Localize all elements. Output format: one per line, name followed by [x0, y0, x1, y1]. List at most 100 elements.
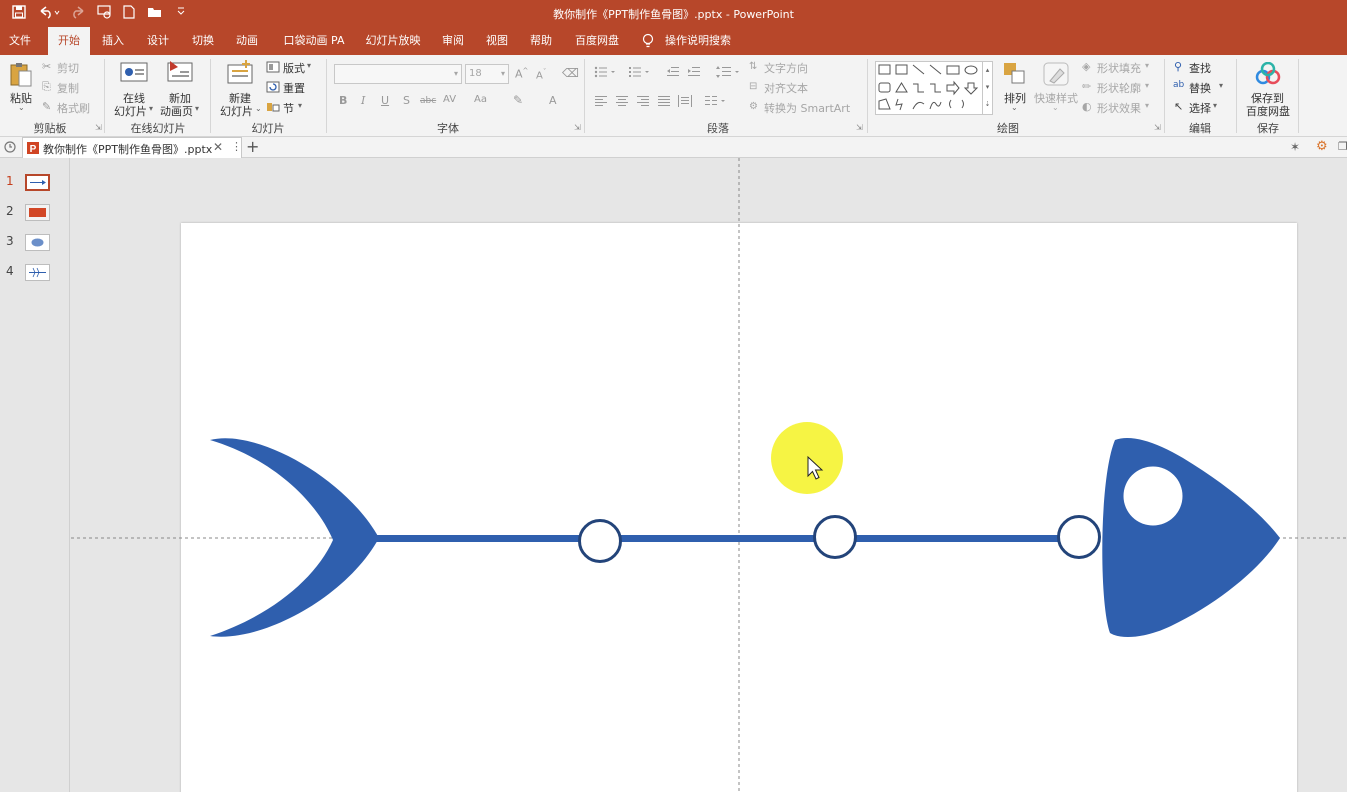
new-animation-label-2[interactable]: 动画页: [160, 103, 193, 119]
font-launcher-icon[interactable]: ⇲: [574, 123, 581, 132]
character-spacing-icon[interactable]: AV: [443, 94, 456, 105]
increase-font-size-icon[interactable]: A^: [515, 67, 528, 81]
shape-outline-button[interactable]: 形状轮廓: [1097, 80, 1141, 96]
spine-joint-circle-3[interactable]: [1057, 515, 1101, 559]
slide-thumbnail-3[interactable]: [25, 234, 50, 251]
close-tab-icon[interactable]: ✕: [213, 140, 223, 154]
line-spacing-icon[interactable]: [715, 65, 741, 82]
new-slide-dropdown-icon[interactable]: ⌄: [255, 104, 262, 113]
shapes-gallery-scroll[interactable]: ▴ ▾ ⇣: [982, 62, 992, 114]
new-animation-page-icon[interactable]: [166, 59, 194, 88]
change-case-icon[interactable]: Aa: [474, 94, 487, 105]
document-tab[interactable]: P 教你制作《PPT制作鱼骨图》.pptx ✕ ⋮: [22, 137, 242, 158]
shapes-gallery[interactable]: ▴ ▾ ⇣: [875, 61, 993, 115]
section-dropdown-icon[interactable]: ▾: [298, 101, 302, 110]
select-button[interactable]: 选择: [1189, 100, 1211, 116]
new-slide-icon[interactable]: [226, 59, 254, 88]
italic-icon[interactable]: I: [361, 94, 365, 107]
format-painter-button[interactable]: 格式刷: [57, 100, 90, 116]
spine-joint-circle-2[interactable]: [813, 515, 857, 559]
clipboard-launcher-icon[interactable]: ⇲: [95, 123, 102, 132]
replace-dropdown-icon[interactable]: ▾: [1219, 81, 1223, 90]
tab-more-icon[interactable]: ⋮: [231, 140, 242, 153]
restore-icon[interactable]: ❐: [1338, 140, 1347, 153]
font-size-combo[interactable]: 18 ▾: [465, 64, 509, 84]
tab-animations[interactable]: 动画: [230, 27, 264, 55]
shape-effects-dropdown-icon[interactable]: ▾: [1145, 101, 1149, 110]
layout-button[interactable]: 版式: [283, 60, 305, 76]
align-text-button[interactable]: 对齐文本: [764, 80, 808, 96]
pin-icon[interactable]: ✶: [1290, 140, 1300, 154]
font-color-icon[interactable]: A: [549, 94, 557, 107]
tab-baidu-netdisk[interactable]: 百度网盘: [568, 27, 626, 55]
cut-button[interactable]: 剪切: [57, 60, 79, 76]
tab-file[interactable]: 文件: [0, 27, 40, 55]
align-left-icon[interactable]: [595, 96, 607, 109]
align-center-icon[interactable]: [616, 96, 628, 109]
slide-thumbnail-2[interactable]: [25, 204, 50, 221]
section-button[interactable]: 节: [283, 100, 294, 116]
fish-spine-line[interactable]: [371, 535, 1065, 542]
strikethrough-icon[interactable]: abc: [420, 96, 436, 106]
quick-styles-icon[interactable]: [1042, 61, 1070, 90]
baidu-netdisk-icon[interactable]: [1255, 61, 1281, 89]
highlight-color-icon[interactable]: ✎: [513, 93, 523, 107]
font-name-combo[interactable]: ▾: [334, 64, 462, 84]
save-to-label-2[interactable]: 百度网盘: [1246, 103, 1290, 119]
underline-icon[interactable]: U: [381, 94, 389, 107]
online-slides-dropdown-icon[interactable]: ▾: [149, 104, 153, 113]
tab-slideshow[interactable]: 幻灯片放映: [360, 27, 426, 55]
arrange-icon[interactable]: [1002, 61, 1028, 90]
tab-review[interactable]: 审阅: [436, 27, 470, 55]
online-slides-label-2[interactable]: 幻灯片: [114, 103, 147, 119]
tab-design[interactable]: 设计: [141, 27, 175, 55]
justify-icon[interactable]: [658, 96, 670, 109]
shape-fill-dropdown-icon[interactable]: ▾: [1145, 61, 1149, 70]
shape-outline-dropdown-icon[interactable]: ▾: [1145, 81, 1149, 90]
columns-icon[interactable]: [705, 95, 729, 110]
clear-formatting-icon[interactable]: ⌫: [562, 66, 579, 80]
distributed-icon[interactable]: [678, 95, 692, 110]
arrange-dropdown-icon[interactable]: ⌄: [1011, 103, 1018, 112]
new-slide-label-2[interactable]: 幻灯片: [220, 103, 253, 119]
quick-styles-dropdown-icon[interactable]: ⌄: [1052, 103, 1059, 112]
tab-transitions[interactable]: 切换: [186, 27, 220, 55]
replace-button[interactable]: 替换: [1189, 80, 1211, 96]
shape-fill-button[interactable]: 形状填充: [1097, 60, 1141, 76]
slide-thumbnail-1[interactable]: [25, 174, 50, 191]
convert-smartart-button[interactable]: 转换为 SmartArt: [764, 100, 850, 116]
tab-list-icon[interactable]: [3, 140, 17, 157]
bullets-icon[interactable]: [594, 66, 618, 81]
reset-button[interactable]: 重置: [283, 80, 305, 96]
tab-insert[interactable]: 插入: [96, 27, 130, 55]
paste-icon[interactable]: [8, 61, 34, 92]
font-name-dropdown-icon[interactable]: ▾: [454, 65, 458, 83]
text-direction-button[interactable]: 文字方向: [764, 60, 808, 76]
fish-tail-shape[interactable]: [210, 438, 379, 637]
copy-button[interactable]: 复制: [57, 80, 79, 96]
font-size-dropdown-icon[interactable]: ▾: [501, 65, 505, 83]
bold-icon[interactable]: B: [339, 94, 347, 107]
numbering-icon[interactable]: [628, 66, 652, 81]
layout-dropdown-icon[interactable]: ▾: [307, 61, 311, 70]
select-dropdown-icon[interactable]: ▾: [1213, 101, 1217, 110]
paste-dropdown-icon[interactable]: ⌄: [18, 103, 25, 112]
find-button[interactable]: 查找: [1189, 60, 1211, 76]
spine-joint-circle-1[interactable]: [578, 519, 622, 563]
settings-gear-icon[interactable]: ⚙: [1316, 139, 1328, 154]
tell-me-search[interactable]: 操作说明搜索: [662, 27, 734, 55]
decrease-indent-icon[interactable]: [666, 66, 680, 81]
text-shadow-icon[interactable]: S: [403, 94, 410, 107]
fish-head-shape[interactable]: [1102, 438, 1280, 638]
slide-thumbnail-4[interactable]: [25, 264, 50, 281]
online-slides-icon[interactable]: [120, 61, 148, 88]
align-right-icon[interactable]: [637, 96, 649, 109]
slide-editing-canvas[interactable]: [71, 158, 1347, 792]
new-animation-dropdown-icon[interactable]: ▾: [195, 104, 199, 113]
new-tab-icon[interactable]: +: [246, 137, 259, 156]
paragraph-launcher-icon[interactable]: ⇲: [856, 123, 863, 132]
tab-pocket-animation[interactable]: 口袋动画 PA: [278, 27, 350, 55]
tab-view[interactable]: 视图: [480, 27, 514, 55]
increase-indent-icon[interactable]: [687, 66, 701, 81]
tab-home[interactable]: 开始: [48, 27, 90, 55]
